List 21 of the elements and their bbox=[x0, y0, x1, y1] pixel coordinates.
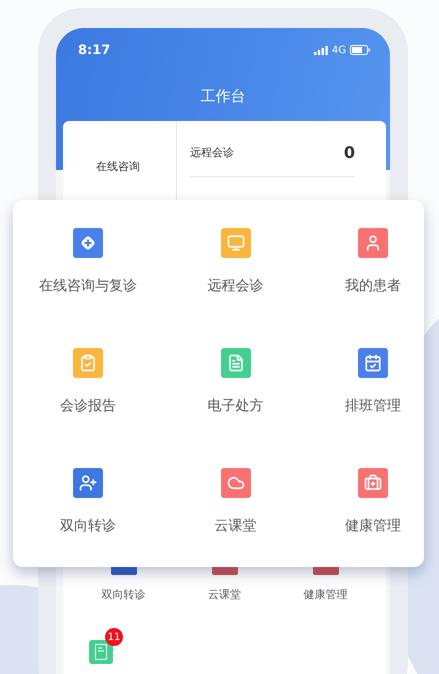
menu-tile[interactable]: 远程会诊 bbox=[180, 228, 290, 294]
signal-icon bbox=[314, 46, 328, 54]
menu-label[interactable]: 双向转诊 bbox=[102, 587, 146, 602]
menu-tile[interactable]: 云课堂 bbox=[180, 468, 290, 534]
menu-tile[interactable]: 会诊报告 bbox=[33, 348, 143, 414]
count-badge: 11 bbox=[105, 628, 123, 646]
status-time: 8:17 bbox=[78, 42, 110, 58]
page-title: 工作台 bbox=[200, 86, 246, 107]
menu-tile[interactable]: 在线咨询与复诊 bbox=[33, 228, 143, 294]
menu-tile[interactable]: 双向转诊 bbox=[33, 468, 143, 534]
summary-count: 0 bbox=[344, 143, 355, 162]
summary-label: 在线咨询 bbox=[96, 160, 140, 173]
menu-label[interactable]: 云课堂 bbox=[208, 587, 241, 602]
menu-tile[interactable]: 我的患者 bbox=[328, 228, 418, 294]
menu-tile[interactable]: 健康管理 bbox=[328, 468, 418, 534]
menu-tile[interactable]: 排班管理 bbox=[328, 348, 418, 414]
battery-icon bbox=[350, 45, 370, 55]
menu-tile[interactable]: 电子处方 bbox=[180, 348, 290, 414]
network-label: 4G bbox=[332, 44, 346, 56]
menu-label[interactable]: 健康管理 bbox=[304, 587, 348, 602]
summary-label: 远程会诊 bbox=[190, 145, 234, 160]
